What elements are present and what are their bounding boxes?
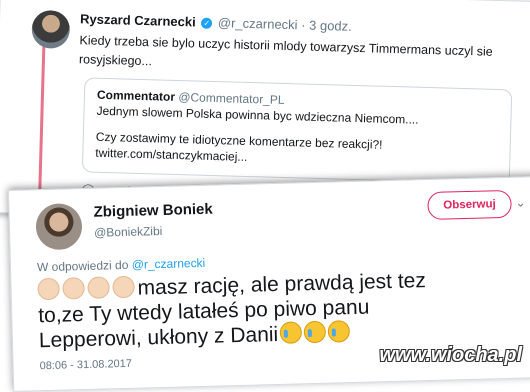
follow-button[interactable]: Obserwuj [427, 189, 512, 221]
watermark: www.wiocha.pl [379, 344, 522, 366]
clapping-hands-icon [112, 275, 135, 299]
author-handle[interactable]: @BoniekZibi [94, 224, 163, 240]
clapping-hands-icon [62, 277, 85, 300]
tweet-header: Ryszard Czarnecki ✓ @r_czarnecki · 3 god… [80, 11, 352, 34]
tweet-timestamp[interactable]: 08:06 - 31.08.2017 [39, 358, 132, 372]
chevron-down-icon[interactable]: ⌄ [515, 195, 525, 209]
clapping-hands-icon [87, 276, 110, 299]
quote-author-name: Commentator [96, 87, 176, 104]
tweet-text-line: masz rację, ale prawdą jest tez [137, 269, 427, 300]
avatar[interactable] [35, 203, 83, 251]
tweet-text-line: Lepperowi, ukłony z Danii [38, 322, 279, 353]
clapping-hands-icon [37, 277, 60, 301]
tears-of-joy-icon [279, 321, 303, 344]
reply-handle-link[interactable]: @r_czarnecki [132, 256, 206, 272]
reply-context: W odpowiedzi do @r_czarnecki [37, 256, 206, 274]
tweet-text: Kiedy trzeba sie bylo uczyc historii mlo… [78, 33, 493, 69]
reply-prefix: W odpowiedzi do [36, 257, 129, 275]
author-name[interactable]: Ryszard Czarnecki [80, 11, 196, 29]
tears-of-joy-icon [303, 320, 327, 344]
author-handle[interactable]: @r_czarnecki [218, 15, 298, 32]
tweet-time[interactable]: · 3 godz. [301, 17, 352, 33]
verified-icon: ✓ [201, 17, 213, 29]
tears-of-joy-icon [327, 320, 351, 343]
avatar[interactable] [31, 9, 71, 49]
quote-author-handle: @Commentator_PL [178, 90, 285, 107]
tweet-text: masz rację, ale prawdą jest tez to,ze Ty… [37, 265, 529, 353]
author-name[interactable]: Zbigniew Boniek [93, 201, 213, 221]
thread-line [38, 43, 46, 194]
quoted-tweet[interactable]: Commentator @Commentator_PL Jednym slowe… [81, 77, 513, 185]
